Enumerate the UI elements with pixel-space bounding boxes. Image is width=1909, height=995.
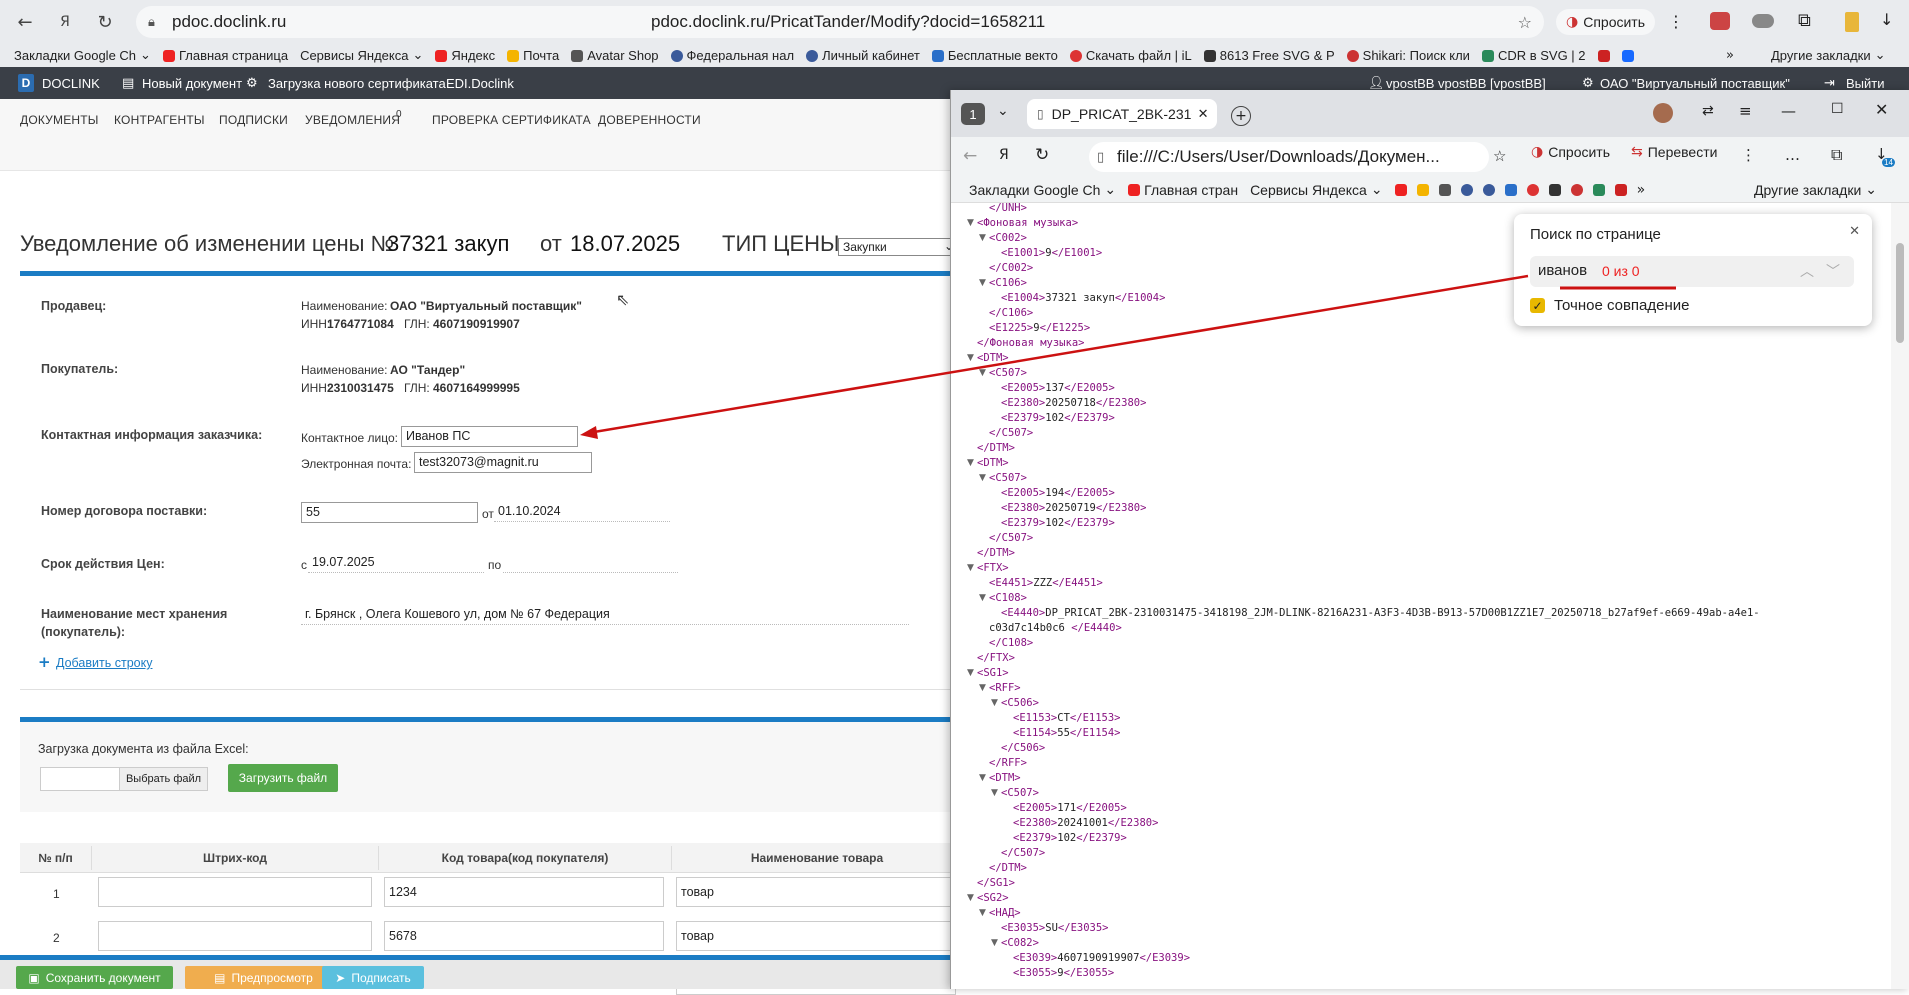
annotation-arrowhead xyxy=(580,426,598,439)
annotation-overlay xyxy=(580,274,1676,439)
annotation-arrow xyxy=(587,274,1529,435)
